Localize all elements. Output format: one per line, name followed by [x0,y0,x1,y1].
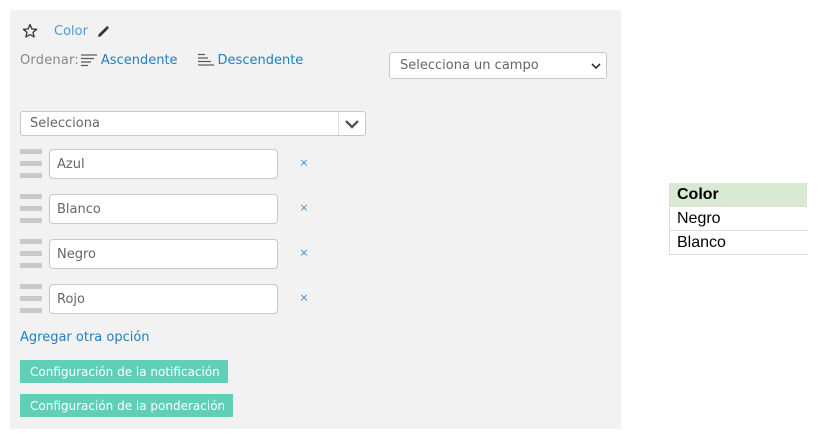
notification-settings-button[interactable]: Configuración de la notificación [20,360,228,383]
drag-handle-icon[interactable] [20,239,42,269]
pencil-icon[interactable] [96,24,110,38]
field-editor-panel: Color Ordenar: Ascendente Descendente Se… [10,10,621,429]
chevron-down-icon [344,117,360,131]
remove-option-button[interactable]: × [297,155,311,171]
sheet-cell: Blanco [669,231,807,255]
sort-ascending-button[interactable]: Ascendente [80,52,178,68]
option-input[interactable]: Rojo [49,284,278,314]
option-select-value: Selecciona [30,116,100,131]
remove-option-button[interactable]: × [297,290,311,306]
sort-asc-icon [80,53,97,67]
drag-handle-icon[interactable] [20,284,42,314]
drag-handle-icon[interactable] [20,149,42,179]
drag-handle-icon[interactable] [20,194,42,224]
sort-ascending-label: Ascendente [100,52,178,68]
spreadsheet-preview: Color Negro Blanco [669,183,807,255]
star-icon[interactable] [22,23,38,39]
option-input[interactable]: Azul [49,149,278,179]
field-title[interactable]: Color [54,24,88,39]
weighting-settings-button[interactable]: Configuración de la ponderación [20,394,233,417]
select-divider [338,112,339,135]
add-option-link[interactable]: Agregar otra opción [20,330,150,345]
sort-label: Ordenar: [20,52,79,68]
sheet-cell: Negro [669,207,807,231]
sort-descending-button[interactable]: Descendente [197,52,304,68]
field-select-dropdown[interactable]: Selecciona un campo [389,52,607,79]
option-select-dropdown[interactable]: Selecciona [20,111,366,136]
chevron-down-icon [590,60,602,72]
field-select-value: Selecciona un campo [400,58,539,73]
option-input[interactable]: Blanco [49,194,278,224]
sort-order-row: Ordenar: Ascendente Descendente [20,51,303,69]
option-input[interactable]: Negro [49,239,278,269]
sort-desc-icon [197,53,214,67]
field-title-row: Color [22,21,110,41]
sort-descending-label: Descendente [217,52,304,68]
remove-option-button[interactable]: × [297,245,311,261]
remove-option-button[interactable]: × [297,200,311,216]
sheet-header-cell: Color [669,183,807,207]
